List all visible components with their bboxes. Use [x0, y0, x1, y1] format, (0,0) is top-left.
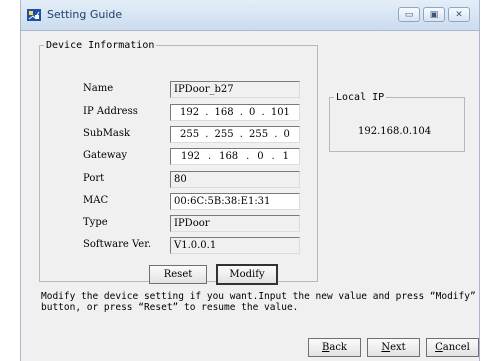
local-ip-value: 192.168.0.104 [358, 126, 432, 137]
instruction-text: Modify the device setting if you want.In… [41, 291, 476, 313]
cancel-hotkey: C [435, 342, 443, 353]
reset-button[interactable]: Reset [149, 265, 207, 284]
mac-input[interactable]: 00:6C:5B:38:E1:31 [170, 193, 300, 210]
cancel-button[interactable]: Cancel [426, 338, 479, 357]
title-bar[interactable]: Setting Guide ▭ ▣ ✕ [21, 0, 479, 31]
next-button[interactable]: Next [367, 338, 420, 357]
software-version-label: Software Ver. [83, 239, 152, 250]
software-version-field: V1.0.0.1 [170, 237, 300, 254]
local-ip-group: Local IP 192.168.0.104 [329, 92, 465, 152]
modify-button[interactable]: Modify [216, 264, 278, 285]
name-label: Name [83, 83, 114, 94]
submask-octet[interactable]: 255 [249, 128, 268, 141]
gateway-octet[interactable]: 168 [219, 150, 238, 163]
cancel-label: ancel [442, 342, 470, 353]
next-label: ext [390, 342, 406, 353]
name-field: IPDoor_b27 [170, 81, 300, 98]
back-label: ack [329, 342, 347, 353]
next-hotkey: N [381, 342, 391, 353]
ip-address-input[interactable]: 192. 168. 0. 101 [170, 104, 300, 121]
port-field: 80 [170, 171, 300, 188]
gateway-octet[interactable]: 192 [181, 150, 200, 163]
back-hotkey: B [322, 342, 330, 353]
submask-octet[interactable]: 255 [180, 128, 199, 141]
device-information-legend: Device Information [46, 40, 155, 51]
submask-octet[interactable]: 0 [284, 128, 290, 141]
port-label: Port [83, 173, 105, 184]
close-icon: ✕ [455, 9, 463, 20]
maximize-icon: ▣ [429, 9, 439, 20]
app-icon [27, 9, 41, 21]
window-title: Setting Guide [47, 8, 123, 21]
ip-octet[interactable]: 101 [271, 106, 290, 119]
minimize-icon: ▭ [404, 9, 414, 20]
submask-octet[interactable]: 255 [215, 128, 234, 141]
back-button[interactable]: Back [308, 338, 361, 357]
ip-octet[interactable]: 168 [215, 106, 234, 119]
submask-input[interactable]: 255. 255. 255. 0 [170, 126, 300, 143]
gateway-octet[interactable]: 0 [257, 150, 263, 163]
mac-label: MAC [83, 195, 109, 206]
submask-label: SubMask [83, 128, 131, 139]
ip-octet[interactable]: 0 [249, 106, 255, 119]
gateway-octet[interactable]: 1 [283, 150, 289, 163]
close-button[interactable]: ✕ [448, 7, 470, 22]
device-information-group: Device Information Name IPDoor_b27 IP Ad… [39, 40, 318, 285]
gateway-input[interactable]: 192. 168. 0. 1 [170, 148, 300, 165]
ip-octet[interactable]: 192 [180, 106, 199, 119]
setting-guide-window: Setting Guide ▭ ▣ ✕ Device Information N… [20, 0, 480, 361]
gateway-label: Gateway [83, 150, 128, 161]
minimize-button[interactable]: ▭ [398, 7, 420, 22]
maximize-button[interactable]: ▣ [423, 7, 445, 22]
type-label: Type [83, 217, 108, 228]
ip-address-label: IP Address [83, 106, 138, 117]
local-ip-legend: Local IP [336, 92, 385, 103]
type-field: IPDoor [170, 215, 300, 232]
